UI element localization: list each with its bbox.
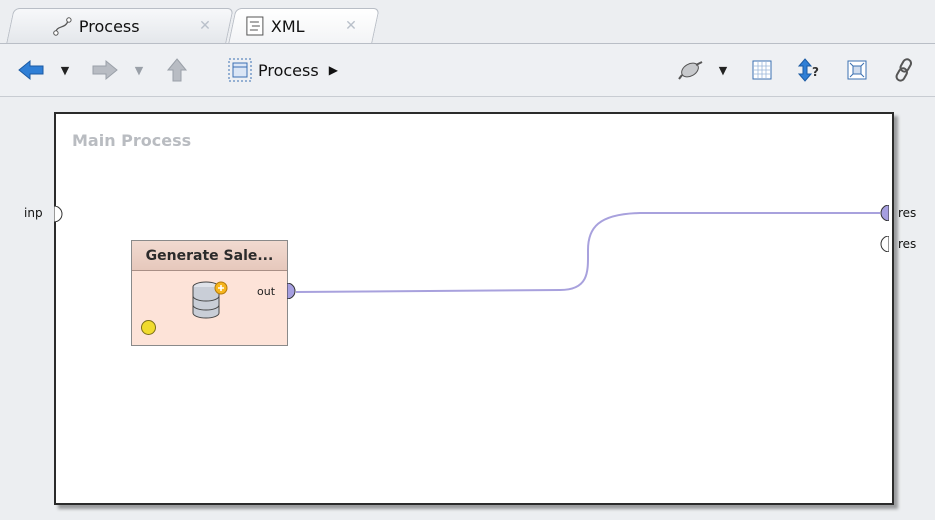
operator-generate-sales[interactable]: Generate Sale... out	[131, 240, 288, 346]
process-input-port[interactable]	[54, 206, 63, 222]
process-output-port-1[interactable]	[880, 205, 889, 221]
operator-output-port[interactable]	[287, 283, 296, 299]
operator-title: Generate Sale...	[132, 241, 287, 271]
status-indicator	[141, 320, 156, 335]
process-output-port-label: res	[898, 237, 917, 251]
process-output-port-2[interactable]	[880, 236, 889, 252]
process-output-port-label: res	[898, 206, 917, 220]
operator-output-port-label: out	[257, 285, 276, 298]
connection-wire	[295, 212, 880, 293]
database-icon	[192, 281, 228, 319]
process-input-port-label: inp	[24, 206, 43, 220]
